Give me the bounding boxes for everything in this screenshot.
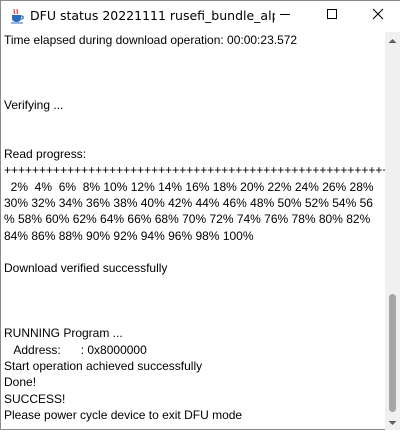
- close-button[interactable]: [356, 1, 400, 31]
- log-line: Read progress:: [4, 147, 87, 162]
- log-line: ++++++++++++++++++++++++++++++++++++++++…: [4, 163, 385, 178]
- maximize-button[interactable]: [310, 1, 354, 31]
- log-line: RUNNING Program ...: [4, 326, 123, 341]
- log-line: Address: : 0x8000000: [4, 342, 147, 357]
- window-title: DFU status 20221111 rusefi_bundle_alpha.…: [30, 8, 275, 23]
- log-line: Time elapsed during download operation: …: [4, 33, 298, 47]
- title-bar[interactable]: DFU status 20221111 rusefi_bundle_alpha.…: [1, 1, 401, 32]
- vertical-scrollbar[interactable]: [385, 32, 400, 430]
- minimize-icon: [279, 7, 291, 25]
- log-line: 84% 86% 88% 90% 92% 94% 96% 98% 100%: [4, 228, 254, 243]
- chevron-up-icon: [388, 31, 397, 49]
- log-line: 2% 4% 6% 8% 10% 12% 14% 16% 18% 20% 22% …: [4, 179, 374, 194]
- log-line: Download verified successfully: [4, 261, 168, 276]
- log-area[interactable]: Time elapsed during download operation: …: [1, 32, 385, 430]
- chevron-down-icon: [388, 413, 397, 431]
- log-line: Please power cycle device to exit DFU mo…: [4, 407, 243, 422]
- log-line: Done!: [4, 375, 37, 390]
- log-line: SUCCESS!: [4, 391, 66, 406]
- scroll-up-button[interactable]: [385, 32, 400, 48]
- close-icon: [372, 7, 384, 25]
- java-cup-icon: [9, 8, 25, 24]
- log-line: 30% 32% 34% 36% 38% 40% 42% 44% 46% 48% …: [4, 195, 373, 210]
- log-line: % 58% 60% 62% 64% 66% 68% 70% 72% 74% 76…: [4, 212, 371, 227]
- maximize-icon: [326, 7, 338, 25]
- minimize-button[interactable]: [263, 1, 307, 31]
- scroll-down-button[interactable]: [385, 414, 400, 430]
- log-text: Time elapsed during download operation: …: [1, 32, 385, 423]
- log-line: Start operation achieved successfully: [4, 358, 203, 373]
- dfu-status-window: DFU status 20221111 rusefi_bundle_alpha.…: [0, 0, 401, 430]
- scrollbar-thumb[interactable]: [389, 294, 396, 412]
- log-line: Verifying ...: [4, 98, 64, 113]
